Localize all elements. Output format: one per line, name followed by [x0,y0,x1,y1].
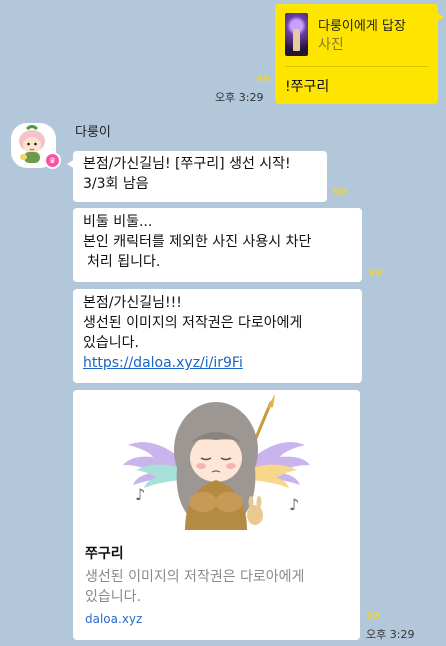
message-line: 생선된 이미지의 저작권은 다로아에게 [83,315,303,331]
sender-avatar[interactable]: ♛ [11,123,61,169]
link-preview-card[interactable]: ♪ ♪ 쭈구리 생선된 이미지의 저작권은 다로아에게 있습니다. daloa.… [73,390,360,640]
message-line: 처리 됩니다. [87,254,161,270]
sender-name: 다룽이 [75,125,111,140]
card-description-line: 있습니다. [85,589,141,605]
svg-text:♪: ♪ [135,485,145,504]
message-line: 있습니다. [83,335,139,351]
message-bubble[interactable]: 비둘 비둘... 본인 캐릭터를 제외한 사진 사용시 차단 처리 됩니다. [73,208,362,282]
message-time: 오후 3:29 [215,91,264,104]
unread-count: 99 [333,187,347,198]
unread-count: 99 [366,611,380,622]
reply-divider [285,66,428,67]
svg-text:♪: ♪ [289,495,299,514]
preview-illustration[interactable]: ♪ ♪ [73,390,360,530]
message-line: 본인 캐릭터를 제외한 사진 사용시 차단 [83,234,312,250]
reply-kind-label: 사진 [318,37,344,53]
card-title: 쭈구리 [85,546,124,562]
card-description: 생선된 이미지의 저작권은 다로아에게 있습니다. [85,567,304,607]
message-line: 본점/가신길님! [쭈구리] 생선 시작! [83,156,291,172]
unread-count: 99 [256,74,270,85]
reply-to-label: 다룽이에게 답장 [318,19,406,34]
crown-badge-icon: ♛ [44,152,61,169]
message-line: 비둘 비둘... [83,214,153,230]
message-line: 본점/가신길님!!! [83,295,182,311]
my-message-text: !쭈구리 [285,79,330,95]
message-line: 3/3회 남음 [83,176,149,192]
message-time: 오후 3:29 [366,628,415,641]
card-domain: daloa.xyz [85,612,143,626]
message-bubble[interactable]: 본점/가신길님! [쭈구리] 생선 시작! 3/3회 남음 [67,151,327,202]
card-description-line: 생선된 이미지의 저작권은 다로아에게 [85,569,305,585]
reply-photo-thumbnail[interactable] [285,13,308,56]
my-reply-bubble[interactable]: 다룽이에게 답장 사진 !쭈구리 [275,4,444,104]
message-link[interactable]: https://daloa.xyz/i/ir9Fi [83,353,352,373]
message-bubble[interactable]: 본점/가신길님!!! 생선된 이미지의 저작권은 다로아에게 있습니다. htt… [73,289,362,383]
unread-count: 99 [368,268,382,279]
